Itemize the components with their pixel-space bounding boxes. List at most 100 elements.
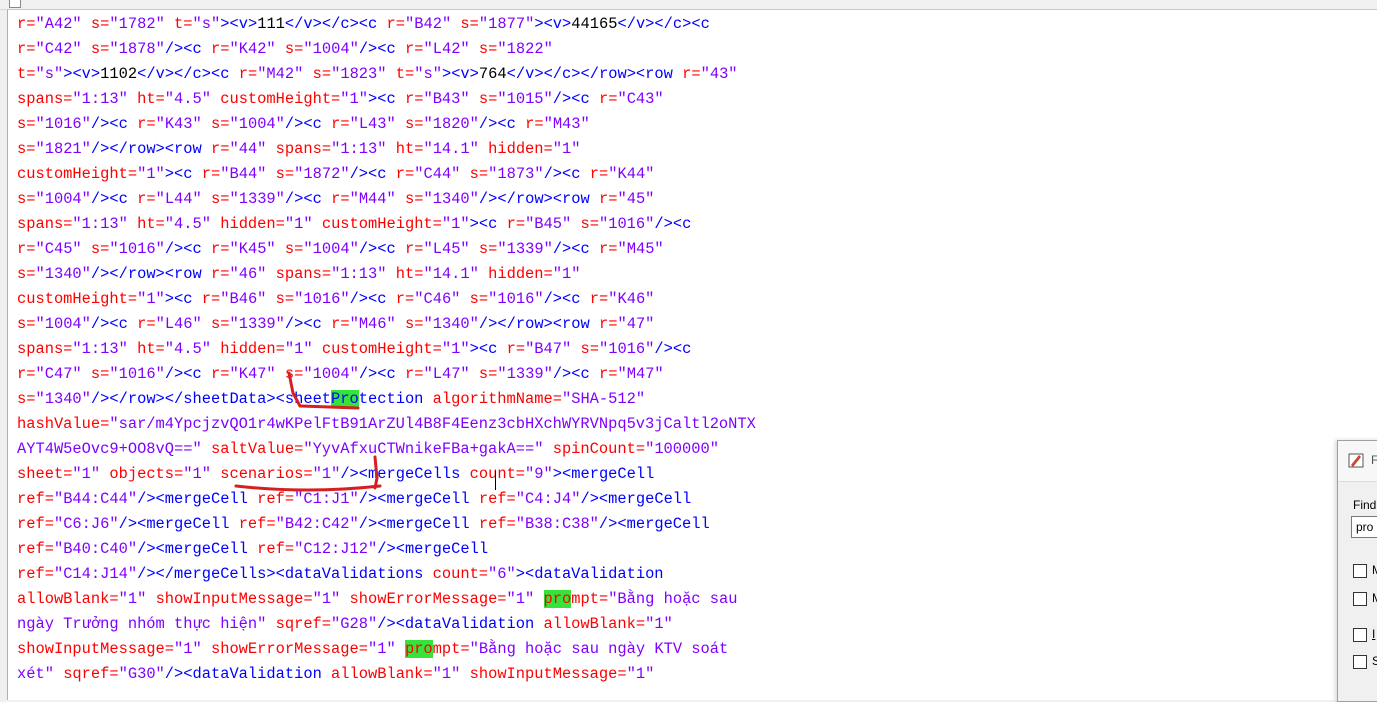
checkbox-icon[interactable] (1353, 564, 1367, 578)
code-token: ><c (469, 215, 498, 233)
option-search-mode[interactable]: S (1353, 654, 1377, 671)
code-token: r= (321, 190, 350, 208)
code-token: "1877" (478, 15, 535, 33)
code-token: r= (589, 240, 618, 258)
code-token: /><c (358, 40, 396, 58)
code-token: showErrorMessage= (340, 590, 507, 608)
code-token: saltValue= (201, 440, 304, 458)
code-token: r= (589, 90, 618, 108)
code-token: t= (386, 65, 415, 83)
code-token: /><c (164, 365, 202, 383)
app-icon (1348, 453, 1364, 468)
option-match-case[interactable]: M (1353, 563, 1377, 580)
checkbox-icon[interactable] (1353, 655, 1367, 669)
code-token: mpt= (432, 640, 470, 658)
code-token: ht= (127, 90, 165, 108)
code-token: r= (589, 315, 618, 333)
code-token: "B43" (423, 90, 470, 108)
code-token: "45" (617, 190, 655, 208)
code-token: ><c (469, 340, 498, 358)
code-token: s= (81, 240, 110, 258)
code-token: "B46" (220, 290, 267, 308)
code-line: s="1340"/></row><row r="46" spans="1:13"… (17, 262, 756, 287)
code-token: /><mergeCell (137, 540, 248, 558)
code-token: </v></c><c (137, 65, 230, 83)
code-token: r= (497, 215, 526, 233)
code-token: "YyvAfxuCTWnikeFBa+gakA==" (303, 440, 544, 458)
code-token: "L46" (155, 315, 202, 333)
code-token: "G30" (118, 665, 165, 683)
option-in-selection[interactable]: I (1353, 627, 1377, 644)
xml-editor[interactable]: r="A42" s="1782" t="s"><v>111</v></c><c … (7, 9, 1377, 700)
find-label: Find (1353, 498, 1377, 512)
find-dialog-titlebar[interactable]: F (1338, 441, 1377, 482)
code-token: 764 (478, 65, 507, 83)
code-line: s="1016"/><c r="K43" s="1004"/><c r="L43… (17, 112, 756, 137)
code-token: "C47" (35, 365, 82, 383)
code-token: r= (589, 190, 618, 208)
code-token: s= (275, 365, 304, 383)
code-token: /><c (90, 190, 128, 208)
code-token: ref= (247, 540, 295, 558)
code-token: "1340" (35, 265, 91, 283)
code-token: s= (17, 140, 36, 158)
code-token: "M46" (349, 315, 396, 333)
code-token: ><c (164, 290, 193, 308)
code-token: "1:13" (331, 140, 387, 158)
code-token: "1339" (229, 190, 285, 208)
code-token: s= (460, 290, 489, 308)
code-token: ><v> (220, 15, 258, 33)
code-token: s= (571, 215, 599, 233)
checkbox-icon[interactable] (1353, 628, 1367, 642)
code-token: "1823" (331, 65, 387, 83)
code-token: "M42" (257, 65, 304, 83)
code-token: "C4:J4" (515, 490, 581, 508)
code-token: "1" (137, 165, 165, 183)
code-token: allowBlank= (17, 590, 119, 608)
code-token: "K47" (229, 365, 276, 383)
option-match-whole-word[interactable]: M (1353, 591, 1377, 608)
code-token: "C46" (414, 290, 461, 308)
code-token: hashValue= (17, 415, 110, 433)
code-token: customHeight= (312, 215, 442, 233)
code-token: "C44" (414, 165, 461, 183)
code-token: /><c (543, 290, 581, 308)
find-dialog[interactable]: F Find pro M M I S (1337, 440, 1377, 702)
code-token: "1" (340, 90, 369, 108)
code-token: /><c (284, 315, 322, 333)
code-line: ngày Trưởng nhóm thực hiện" sqref="G28"/… (17, 612, 756, 637)
code-token: r= (580, 290, 609, 308)
code-token: "Bằng hoặc sau ngày KTV soát (469, 640, 729, 658)
code-token: "sar/m4YpcjzvQO1r4wKPelFtB91ArZUl4B8F4Ee… (109, 415, 756, 433)
code-token: /><c (164, 240, 202, 258)
find-input[interactable]: pro (1351, 516, 1377, 538)
code-token: r= (321, 115, 350, 133)
code-token: "1873" (488, 165, 544, 183)
code-line: r="C45" s="1016"/><c r="K45" s="1004"/><… (17, 237, 756, 262)
code-token: ht= (127, 215, 165, 233)
code-token: /><c (284, 115, 322, 133)
code-token: /><c (552, 365, 590, 383)
code-token: "1339" (497, 240, 553, 258)
code-token: "1821" (35, 140, 91, 158)
find-dialog-title: F (1371, 453, 1377, 467)
code-token: showInputMessage= (460, 665, 627, 683)
code-token: "1" (441, 215, 470, 233)
code-text-area[interactable]: r="A42" s="1782" t="s"><v>111</v></c><c … (17, 12, 756, 687)
code-token: "1004" (303, 240, 359, 258)
code-token: allowBlank= (321, 665, 433, 683)
code-token: s= (460, 165, 489, 183)
option-label: M (1372, 563, 1377, 577)
code-token: "1872" (294, 165, 350, 183)
code-token: /><c (552, 240, 590, 258)
checkbox-icon[interactable] (9, 0, 21, 8)
code-token: s= (395, 115, 424, 133)
code-token: "K45" (229, 240, 276, 258)
code-token: "C45" (35, 240, 82, 258)
checkbox-icon[interactable] (1353, 592, 1367, 606)
code-line: t="s"><v>1102</v></c><c r="M42" s="1823"… (17, 62, 756, 87)
code-token: /><c (654, 340, 692, 358)
code-line: ref="B40:C40"/><mergeCell ref="C12:J12"/… (17, 537, 756, 562)
code-token: ht= (386, 265, 424, 283)
code-token: s= (571, 340, 599, 358)
